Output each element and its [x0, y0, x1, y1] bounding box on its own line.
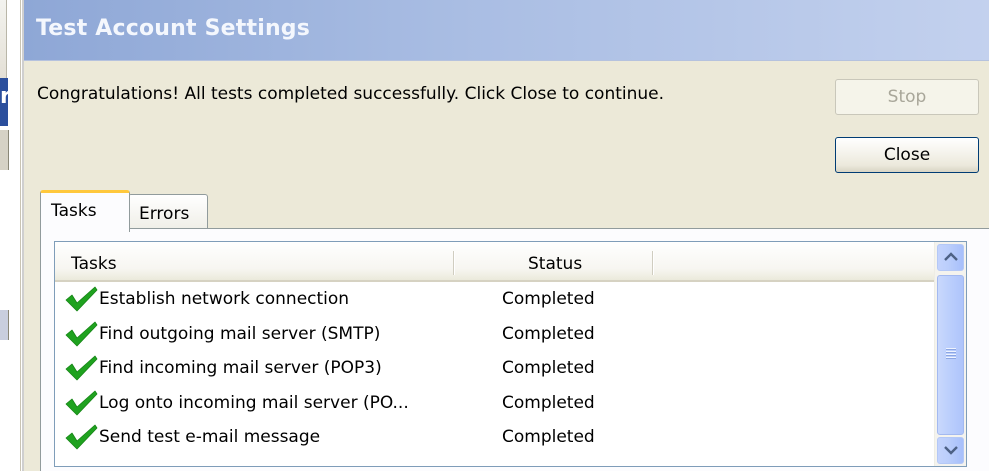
background-window-item [0, 310, 9, 340]
check-icon [65, 424, 98, 450]
task-row[interactable]: Log onto incoming mail server (PO... Com… [55, 386, 935, 421]
test-account-settings-dialog: Test Account Settings Congratulations! A… [22, 0, 989, 471]
stop-button[interactable]: Stop [835, 79, 979, 115]
grip-icon [946, 348, 956, 360]
close-button[interactable]: Close [835, 137, 979, 173]
task-row[interactable]: Find incoming mail server (POP3) Complet… [55, 351, 935, 386]
task-name: Establish network connection [99, 289, 350, 309]
task-name: Send test e-mail message [99, 427, 321, 447]
task-name: Find incoming mail server (POP3) [99, 358, 382, 378]
column-header-status[interactable]: Status [528, 242, 582, 280]
task-row[interactable]: Find outgoing mail server (SMTP) Complet… [55, 317, 935, 352]
dialog-title: Test Account Settings [36, 16, 311, 41]
check-icon [65, 355, 98, 381]
task-status: Completed [502, 289, 595, 309]
task-status: Completed [502, 392, 595, 413]
column-divider[interactable] [652, 251, 653, 275]
task-rows: Establish network connection Completed F… [55, 282, 935, 455]
scroll-down-button[interactable] [937, 437, 964, 464]
check-icon [65, 286, 98, 312]
chevron-down-icon [944, 446, 958, 455]
task-row[interactable]: Send test e-mail message Completed [55, 420, 935, 455]
column-divider[interactable] [453, 251, 454, 275]
background-window-edge: r [0, 0, 21, 471]
background-window-panel: r [0, 78, 11, 126]
status-message: Congratulations! All tests completed suc… [37, 84, 665, 104]
task-status: Completed [502, 323, 595, 344]
scroll-up-button[interactable] [937, 244, 964, 271]
list-header: Tasks Status [55, 242, 935, 282]
task-status: Completed [502, 358, 595, 378]
check-icon [65, 390, 98, 415]
tab-tasks[interactable]: Tasks [40, 190, 130, 232]
column-header-tasks[interactable]: Tasks [71, 242, 117, 280]
check-icon [65, 321, 98, 346]
dialog-titlebar[interactable]: Test Account Settings [24, 0, 989, 61]
vertical-scrollbar[interactable] [934, 242, 966, 466]
scroll-thumb[interactable] [937, 275, 964, 435]
chevron-up-icon [944, 252, 958, 261]
background-window-toolbar [0, 0, 7, 78]
tab-errors[interactable]: Errors [128, 194, 208, 228]
task-name: Find outgoing mail server (SMTP) [99, 323, 381, 344]
task-row[interactable]: Establish network connection Completed [55, 282, 935, 317]
background-window-item [0, 130, 9, 170]
task-status: Completed [502, 427, 595, 447]
task-name: Log onto incoming mail server (PO... [99, 392, 409, 413]
tasks-list-view[interactable]: Tasks Status Establish network connectio… [54, 241, 967, 467]
